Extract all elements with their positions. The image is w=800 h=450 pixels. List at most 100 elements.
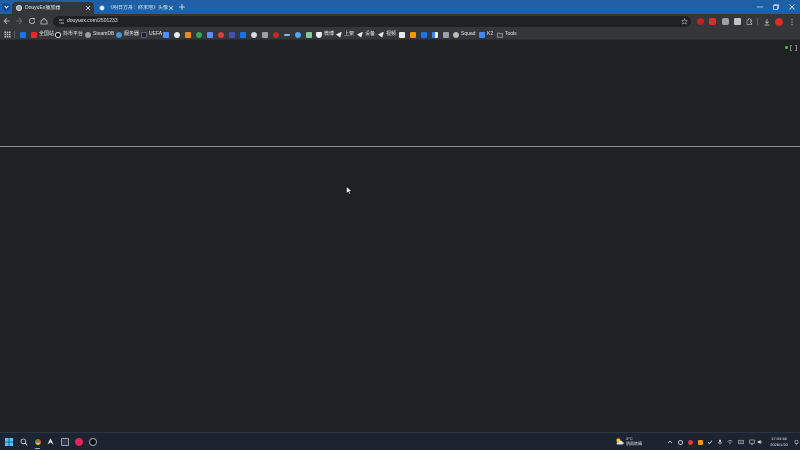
- bookmark-uefa[interactable]: UEFA: [141, 31, 162, 38]
- check-icon[interactable]: [707, 439, 713, 445]
- restore-icon: [773, 4, 779, 10]
- star-icon[interactable]: [681, 18, 688, 25]
- bookmark-item[interactable]: [399, 31, 405, 38]
- paper-plane-icon: [357, 31, 363, 38]
- download-icon[interactable]: [763, 18, 771, 26]
- plus-icon[interactable]: [178, 3, 186, 11]
- address-url[interactable]: douyuex.com/2501233: [67, 18, 118, 25]
- system-clock[interactable]: 17:03:48 2026/1/20: [765, 436, 793, 447]
- bookmark-item[interactable]: [240, 31, 246, 38]
- bookmark-item[interactable]: [163, 31, 169, 38]
- bookmark-item[interactable]: [20, 31, 26, 38]
- microphone-icon[interactable]: [717, 439, 723, 445]
- bookmark-item[interactable]: [284, 31, 290, 38]
- display-icon[interactable]: [749, 439, 755, 445]
- adblock-extension-icon[interactable]: [709, 18, 716, 25]
- bookmark-item[interactable]: [207, 31, 213, 38]
- forward-button[interactable]: [15, 17, 23, 25]
- screenshot-extension-icon[interactable]: [734, 18, 741, 25]
- bookmark-item[interactable]: [273, 31, 279, 38]
- terminal-icon: [60, 437, 69, 446]
- start-button[interactable]: [4, 437, 13, 446]
- red-extension-icon[interactable]: [697, 18, 704, 25]
- bookmark-item[interactable]: [174, 31, 180, 38]
- close-window-button[interactable]: [786, 2, 798, 12]
- tab-close-icon[interactable]: [168, 5, 174, 11]
- bookmark-item[interactable]: [229, 31, 235, 38]
- bookmark-shangjia[interactable]: 上架: [336, 31, 354, 38]
- restore-button[interactable]: [770, 2, 782, 12]
- bookmark-item[interactable]: [306, 31, 312, 38]
- minimize-button[interactable]: [754, 2, 766, 12]
- bookmark-shipin[interactable]: 视频: [378, 31, 396, 38]
- dark-app-icon: [88, 437, 97, 446]
- bookmark-steamdb[interactable]: SteamDB: [85, 31, 114, 38]
- reload-icon: [29, 17, 35, 24]
- network-icon[interactable]: [727, 439, 733, 445]
- weather-text[interactable]: 3°C 阴雨转晴: [626, 436, 642, 446]
- bookmark-item[interactable]: [262, 31, 268, 38]
- site-favicon-icon: [399, 31, 405, 38]
- bookmark-item[interactable]: [421, 31, 427, 38]
- kebab-menu-icon[interactable]: [789, 18, 795, 26]
- bookmark-item[interactable]: [251, 31, 257, 38]
- printer-extension-icon[interactable]: [722, 18, 729, 25]
- bookmark-item[interactable]: [185, 31, 191, 38]
- paper-plane-icon: [336, 31, 342, 38]
- bookmark-item[interactable]: [295, 31, 301, 38]
- forward-arrow-icon: [16, 17, 23, 25]
- profile-avatar-icon[interactable]: [775, 17, 783, 26]
- search-button[interactable]: [19, 437, 28, 446]
- taskbar-steam[interactable]: [46, 437, 55, 446]
- bookmark-item[interactable]: [196, 31, 202, 38]
- volume-icon[interactable]: [757, 439, 763, 445]
- tray-app[interactable]: [677, 439, 683, 445]
- bookmark-item[interactable]: [432, 31, 438, 38]
- taskbar-dark-app[interactable]: [88, 437, 97, 446]
- search-icon: [20, 438, 28, 446]
- weather-widget[interactable]: [615, 437, 624, 446]
- site-favicon-icon: [20, 31, 26, 38]
- bookmark-doubi-pingtai[interactable]: 抖币平台: [55, 31, 83, 38]
- bookmark-weibo[interactable]: 微博: [316, 31, 334, 38]
- bookmark-quanguozhan[interactable]: 全国站: [31, 31, 54, 38]
- bookmark-fuwuqi[interactable]: 服务器: [116, 31, 139, 38]
- expand-icon[interactable]: [790, 45, 797, 51]
- bell-icon[interactable]: [794, 439, 799, 445]
- apps-grid-icon[interactable]: [4, 31, 11, 38]
- bookmark-label: Tools: [505, 31, 517, 37]
- bookmark-k2[interactable]: K2: [479, 31, 493, 38]
- tab-douyuex[interactable]: DouyuEx播放器: [12, 2, 94, 14]
- taskbar-terminal[interactable]: [60, 437, 69, 446]
- screen: DouyuEx播放器 《明日方舟：终末地》头像公测: [0, 0, 800, 450]
- tab-search-button[interactable]: [2, 3, 10, 11]
- bookmark-label: SteamDB: [93, 31, 115, 37]
- red-app-icon: [74, 437, 83, 446]
- home-button[interactable]: [40, 17, 48, 25]
- extensions-puzzle-icon[interactable]: [746, 18, 753, 25]
- clock-date: 2026/1/20: [770, 441, 788, 447]
- taskbar-red-app[interactable]: [74, 437, 83, 446]
- site-favicon-icon: [262, 31, 268, 38]
- steam-icon: [85, 31, 91, 38]
- bookmark-shebei[interactable]: 设备: [357, 31, 375, 38]
- site-info-icon[interactable]: [58, 18, 65, 25]
- browser-toolbar: douyuex.com/2501233: [0, 14, 800, 29]
- windows-taskbar: 3°C 阴雨转晴 17:03:48 2026/1/20: [0, 432, 800, 450]
- address-bar[interactable]: douyuex.com/2501233: [53, 16, 691, 27]
- bookmark-item[interactable]: [218, 31, 224, 38]
- input-method-icon[interactable]: [738, 439, 744, 445]
- chevron-up-icon[interactable]: [667, 439, 673, 445]
- bookmark-squad[interactable]: Squad: [453, 31, 475, 38]
- back-button[interactable]: [3, 17, 11, 25]
- tab-arknights[interactable]: 《明日方舟：终末地》头像公测: [95, 2, 177, 14]
- bookmark-item[interactable]: [443, 31, 449, 38]
- tray-app[interactable]: [687, 439, 693, 445]
- reload-button[interactable]: [28, 17, 36, 25]
- tab-close-icon[interactable]: [85, 5, 91, 11]
- taskbar-chrome[interactable]: [33, 437, 42, 446]
- bookmark-tools-folder[interactable]: Tools: [497, 31, 517, 38]
- bookmark-label: Squad: [461, 31, 476, 37]
- tray-app[interactable]: [697, 439, 703, 445]
- bookmark-item[interactable]: [410, 31, 416, 38]
